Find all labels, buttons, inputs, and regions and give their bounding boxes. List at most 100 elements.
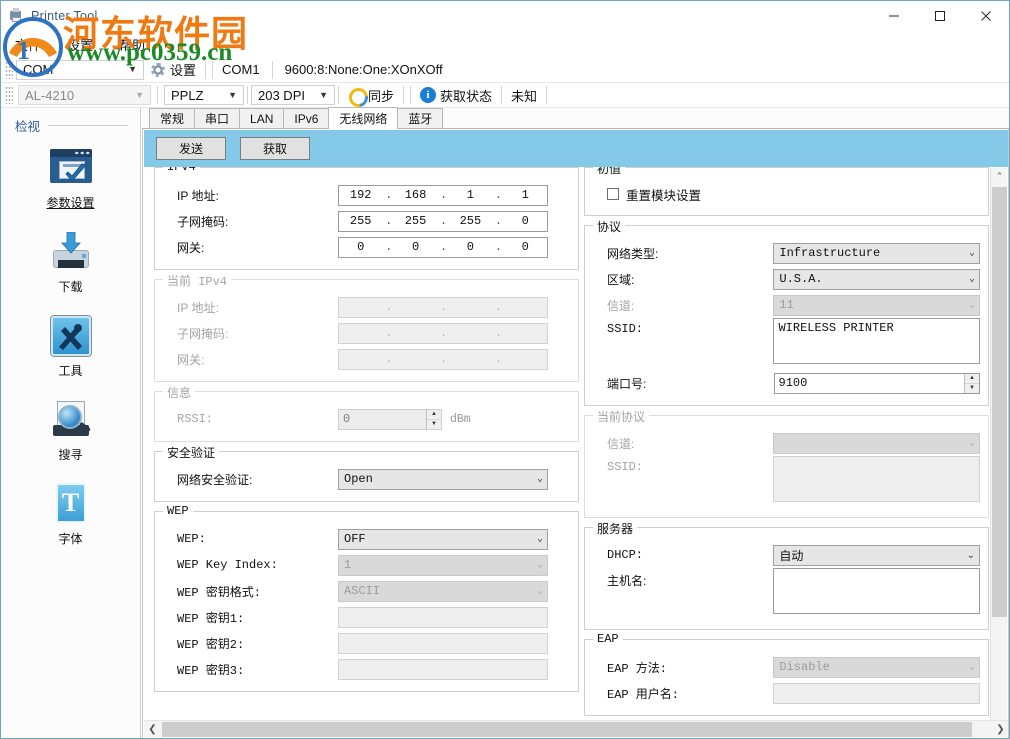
field-row-wep-key2: WEP 密钥2: bbox=[163, 630, 570, 656]
port-type-combo[interactable]: COM ▼ bbox=[16, 60, 144, 80]
chevron-down-icon: ⌄ bbox=[969, 299, 975, 311]
group-title-info: 信息 bbox=[163, 384, 195, 401]
toolbar-grip-icon[interactable] bbox=[5, 86, 13, 104]
select-wep[interactable]: OFF ⌄ bbox=[338, 529, 548, 550]
label-wep-key-index: WEP Key Index: bbox=[163, 558, 338, 572]
stepper-down-icon[interactable]: ▼ bbox=[965, 384, 979, 393]
stepper-up-icon[interactable]: ▲ bbox=[965, 374, 979, 384]
label-wep-key3: WEP 密钥3: bbox=[163, 661, 338, 678]
group-info: 信息 RSSI: 0 ▲ ▼ dBm bbox=[154, 391, 579, 442]
sidebar-item-tools[interactable]: 工具 bbox=[1, 313, 140, 379]
send-button[interactable]: 发送 bbox=[156, 137, 226, 160]
group-title-current-ipv4: 当前 IPv4 bbox=[163, 272, 231, 289]
tab-general[interactable]: 常规 bbox=[149, 108, 195, 128]
sidebar-label-tools: 工具 bbox=[58, 362, 82, 379]
input-wep-key2 bbox=[338, 633, 548, 654]
input-subnet-mask[interactable]: 255 . 255 . 255 . 0 bbox=[338, 211, 548, 232]
printer-model-combo[interactable]: AL-4210 ▼ bbox=[18, 85, 151, 105]
horizontal-scrollbar[interactable]: ❮ ❯ bbox=[144, 720, 1009, 737]
close-icon[interactable] bbox=[963, 1, 1009, 31]
sync-button[interactable]: 同步 bbox=[342, 84, 400, 106]
ip-dot: . bbox=[440, 240, 446, 254]
label-ip-address: IP 地址: bbox=[163, 187, 338, 204]
ip-dot: . bbox=[385, 326, 391, 340]
field-row-region: 区域: U.S.A. ⌄ bbox=[593, 266, 980, 292]
input-hostname[interactable] bbox=[773, 568, 980, 614]
menu-item-settings[interactable]: 设置 bbox=[67, 35, 93, 54]
vertical-scroll-thumb[interactable] bbox=[992, 187, 1007, 617]
field-row-reset-module[interactable]: 重置模块设置 bbox=[593, 182, 980, 206]
label-gateway: 网关: bbox=[163, 239, 338, 256]
port-number-stepper[interactable]: ▲ ▼ bbox=[964, 374, 979, 393]
tab-wireless[interactable]: 无线网络 bbox=[328, 107, 398, 128]
menu-item-help[interactable]: 帮助 bbox=[119, 35, 145, 54]
toolbar-separator bbox=[272, 61, 273, 79]
scroll-left-icon[interactable]: ❮ bbox=[144, 721, 161, 738]
toolbar-row-printer: AL-4210 ▼ PPLZ ▼ 203 DPI ▼ 同步 i 获取状态 未知 bbox=[1, 83, 1009, 108]
sidebar-label-parameter-settings: 参数设置 bbox=[46, 194, 94, 211]
chevron-down-icon: ⌄ bbox=[969, 247, 975, 259]
left-column: IPv4 IP 地址: 192 . 168 . 1 . 1 bbox=[154, 167, 579, 701]
input-current-gateway: . . . bbox=[338, 349, 548, 370]
sidebar-header-label: 检视 bbox=[15, 116, 40, 135]
ip-dot: . bbox=[440, 214, 446, 228]
field-row-port-number: 端口号: 9100 ▲ ▼ bbox=[593, 370, 980, 396]
get-button[interactable]: 获取 bbox=[240, 137, 310, 160]
minimize-icon[interactable] bbox=[871, 1, 917, 31]
tab-bar: 常规 串口 LAN IPv6 无线网络 蓝牙 bbox=[142, 108, 1009, 129]
field-row-network-type: 网络类型: Infrastructure ⌄ bbox=[593, 240, 980, 266]
port-settings-button[interactable]: 设置 bbox=[144, 59, 202, 81]
wep-value: OFF bbox=[344, 532, 366, 546]
dhcp-value: 自动 bbox=[779, 547, 803, 564]
printer-dpi-combo[interactable]: 203 DPI ▼ bbox=[251, 85, 335, 105]
sidebar-item-font[interactable]: T 字体 bbox=[1, 481, 140, 547]
right-column: 初值 重置模块设置 协议 网络类型: Infrastructure ⌄ bbox=[584, 167, 989, 725]
label-wep-key1: WEP 密钥1: bbox=[163, 609, 338, 626]
scroll-up-icon[interactable]: ⌃ bbox=[991, 168, 1008, 185]
field-row-hostname: 主机名: bbox=[593, 568, 980, 620]
field-row-dhcp: DHCP: 自动 ⌄ bbox=[593, 542, 980, 568]
group-eap: EAP EAP 方法: Disable ⌄ EAP 用户名: bbox=[584, 639, 989, 716]
sidebar-item-parameter-settings[interactable]: 参数设置 bbox=[1, 145, 140, 211]
reset-module-checkbox[interactable] bbox=[607, 188, 619, 200]
sync-icon bbox=[348, 87, 364, 103]
input-wep-key1 bbox=[338, 607, 548, 628]
ip-dot: . bbox=[495, 214, 501, 228]
select-network-type[interactable]: Infrastructure ⌄ bbox=[773, 243, 980, 264]
input-port-number[interactable]: 9100 ▲ ▼ bbox=[774, 373, 980, 394]
tab-bluetooth[interactable]: 蓝牙 bbox=[397, 108, 443, 128]
toolbar-grip-icon[interactable] bbox=[5, 61, 13, 79]
ip-octet-1: 192 bbox=[342, 188, 380, 202]
tab-ipv6[interactable]: IPv6 bbox=[283, 108, 329, 128]
select-dhcp[interactable]: 自动 ⌄ bbox=[773, 545, 980, 566]
field-row-current-channel: 信道: ⌄ bbox=[593, 430, 980, 456]
tab-lan[interactable]: LAN bbox=[239, 108, 284, 128]
select-network-auth[interactable]: Open ⌄ bbox=[338, 469, 548, 490]
field-row-ssid: SSID: WIRELESS PRINTER bbox=[593, 318, 980, 370]
vertical-scrollbar[interactable]: ⌃ ⌄ bbox=[990, 168, 1007, 728]
sidebar-item-search[interactable]: 搜寻 bbox=[1, 397, 140, 463]
printer-language-combo[interactable]: PPLZ ▼ bbox=[164, 85, 244, 105]
ip-dot: . bbox=[495, 352, 501, 366]
tab-serial[interactable]: 串口 bbox=[194, 108, 240, 128]
chevron-down-icon: ⌄ bbox=[969, 661, 975, 673]
sidebar-label-download: 下载 bbox=[58, 278, 82, 295]
input-ssid[interactable]: WIRELESS PRINTER bbox=[773, 318, 980, 364]
ip-dot: . bbox=[385, 214, 391, 228]
input-ip-address[interactable]: 192 . 168 . 1 . 1 bbox=[338, 185, 548, 206]
field-row-network-auth: 网络安全验证: Open ⌄ bbox=[163, 466, 570, 492]
sidebar-header-divider bbox=[48, 125, 128, 126]
label-hostname: 主机名: bbox=[593, 568, 773, 589]
label-region: 区域: bbox=[593, 271, 773, 288]
sidebar-item-download[interactable]: 下载 bbox=[1, 229, 140, 295]
get-status-button[interactable]: i 获取状态 bbox=[414, 84, 498, 106]
label-current-ip-address: IP 地址: bbox=[163, 299, 338, 316]
menu-item-file[interactable]: 文件 bbox=[15, 35, 41, 54]
input-gateway[interactable]: 0 . 0 . 0 . 0 bbox=[338, 237, 548, 258]
scroll-right-icon[interactable]: ❯ bbox=[992, 721, 1009, 738]
field-row-eap-method: EAP 方法: Disable ⌄ bbox=[593, 654, 980, 680]
maximize-icon[interactable] bbox=[917, 1, 963, 31]
printer-status-text: 未知 bbox=[505, 86, 543, 105]
horizontal-scroll-thumb[interactable] bbox=[162, 722, 972, 737]
select-region[interactable]: U.S.A. ⌄ bbox=[773, 269, 980, 290]
